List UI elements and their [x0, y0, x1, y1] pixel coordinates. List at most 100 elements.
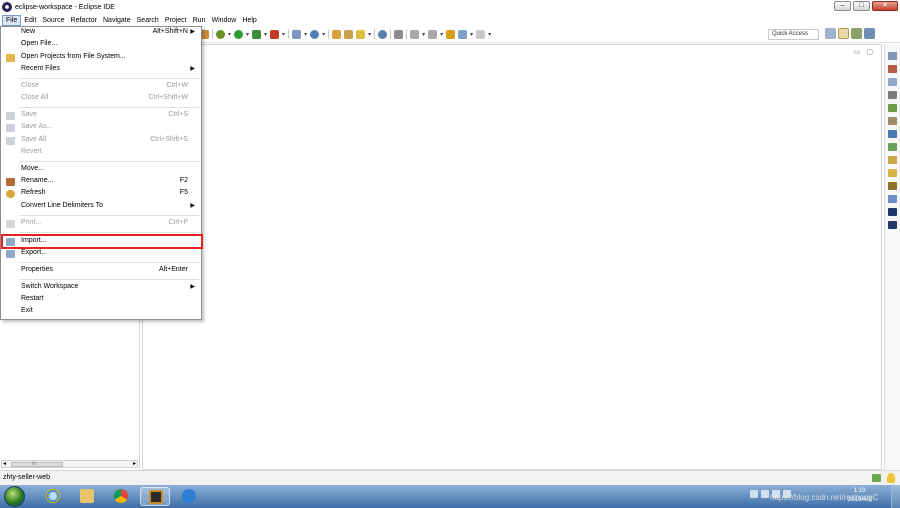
- menu-item-close[interactable]: Close Ctrl+W: [2, 81, 200, 93]
- java-perspective-icon[interactable]: [864, 28, 875, 39]
- menu-file[interactable]: File: [2, 14, 22, 26]
- menu-run[interactable]: Run: [190, 15, 209, 26]
- menu-item-new[interactable]: New Alt+Shift+N ▶: [2, 27, 200, 39]
- menu-item-open-projects[interactable]: Open Projects from File System...: [2, 52, 200, 64]
- menu-item-refresh[interactable]: Refresh F5: [2, 188, 200, 200]
- java-ee-perspective-icon[interactable]: [838, 28, 849, 39]
- menu-item-recent-files[interactable]: Recent Files ▶: [2, 64, 200, 76]
- menu-navigate[interactable]: Navigate: [100, 15, 134, 26]
- restore-icon[interactable]: [888, 52, 897, 60]
- menu-item-shortcut: Ctrl+Shift+S: [150, 136, 188, 143]
- servers-icon[interactable]: [888, 65, 897, 73]
- snippets-icon[interactable]: [888, 156, 897, 164]
- toolbar-separator: [328, 29, 330, 39]
- back-icon[interactable]: [458, 29, 468, 39]
- horizontal-scrollbar[interactable]: ◂ III ▸: [1, 460, 138, 468]
- previous-annotation-icon[interactable]: [428, 29, 438, 39]
- task-list-icon[interactable]: [888, 117, 897, 125]
- history-icon[interactable]: [888, 208, 897, 216]
- scrollbar-thumb[interactable]: III: [11, 461, 63, 467]
- status-indicator-icon[interactable]: [872, 474, 881, 482]
- start-button[interactable]: [4, 486, 25, 507]
- chevron-down-icon[interactable]: ▾: [282, 31, 285, 38]
- globe-icon[interactable]: [378, 29, 388, 39]
- data-source-icon[interactable]: [888, 143, 897, 151]
- minimize-view-icon[interactable]: ▭: [854, 48, 861, 56]
- problems-icon[interactable]: [888, 169, 897, 177]
- forward-icon[interactable]: [476, 29, 486, 39]
- minimize-button[interactable]: –: [834, 1, 851, 11]
- debug-icon[interactable]: [216, 29, 225, 39]
- new-class-icon[interactable]: [310, 29, 320, 39]
- menu-item-revert[interactable]: Revert: [2, 147, 200, 159]
- chevron-down-icon[interactable]: ▾: [470, 31, 473, 38]
- show-desktop-button[interactable]: [891, 485, 900, 508]
- menu-item-print[interactable]: Print... Ctrl+P: [2, 218, 200, 230]
- coverage-icon[interactable]: [252, 29, 262, 39]
- maximize-view-icon[interactable]: ▢: [866, 48, 873, 56]
- editor-area[interactable]: ▭ ▢: [142, 44, 882, 470]
- chevron-down-icon[interactable]: ▾: [322, 31, 325, 38]
- synchronize-icon[interactable]: [888, 221, 897, 229]
- open-type-icon[interactable]: [332, 29, 342, 39]
- menu-item-properties[interactable]: Properties Alt+Enter: [2, 265, 200, 277]
- menu-item-switch-workspace[interactable]: Switch Workspace ▶: [2, 282, 200, 294]
- menu-item-close-all[interactable]: Close All Ctrl+Shift+W: [2, 93, 200, 105]
- progress-icon[interactable]: [888, 182, 897, 190]
- last-edit-location-icon[interactable]: [446, 29, 456, 39]
- external-tools-icon[interactable]: [270, 29, 280, 39]
- menu-item-convert-line-delimiters[interactable]: Convert Line Delimiters To ▶: [2, 201, 200, 213]
- menu-source[interactable]: Source: [39, 15, 67, 26]
- chevron-down-icon[interactable]: ▾: [264, 31, 267, 38]
- taskbar-ie[interactable]: [38, 487, 68, 506]
- chevron-down-icon[interactable]: ▾: [440, 31, 443, 38]
- maximize-button[interactable]: □: [853, 1, 870, 11]
- keyboard-icon[interactable]: [750, 490, 758, 498]
- menu-item-exit[interactable]: Exit: [2, 306, 200, 318]
- menu-item-move[interactable]: Move...: [2, 164, 200, 176]
- close-button[interactable]: ✕: [872, 1, 898, 11]
- properties-icon[interactable]: [888, 104, 897, 112]
- menu-item-save[interactable]: Save Ctrl+S: [2, 110, 200, 122]
- search-icon[interactable]: [356, 29, 366, 39]
- open-perspective-icon[interactable]: [825, 28, 836, 39]
- chevron-down-icon[interactable]: ▾: [422, 31, 425, 38]
- network-icon[interactable]: [761, 490, 769, 498]
- chevron-down-icon[interactable]: ▾: [488, 31, 491, 38]
- menu-edit[interactable]: Edit: [21, 15, 39, 26]
- scroll-right-arrow-icon[interactable]: ▸: [133, 460, 136, 467]
- menu-item-rename[interactable]: Rename... F2: [2, 176, 200, 188]
- menu-item-restart[interactable]: Restart: [2, 294, 200, 306]
- search-view-icon[interactable]: [888, 195, 897, 203]
- menu-item-save-as[interactable]: Save As...: [2, 122, 200, 134]
- new-java-project-icon[interactable]: [292, 29, 302, 39]
- menu-help[interactable]: Help: [239, 15, 259, 26]
- clock[interactable]: 1:19 2019/4/2: [848, 487, 871, 505]
- taskbar-chrome[interactable]: [106, 487, 136, 506]
- next-annotation-icon[interactable]: [410, 29, 420, 39]
- taskbar-explorer[interactable]: [72, 487, 102, 506]
- chevron-down-icon[interactable]: ▾: [246, 31, 249, 38]
- menu-item-open-file[interactable]: Open File...: [2, 39, 200, 51]
- menu-refactor[interactable]: Refactor: [68, 15, 100, 26]
- debug-perspective-icon[interactable]: [851, 28, 862, 39]
- scroll-left-arrow-icon[interactable]: ◂: [3, 460, 6, 467]
- menu-item-export[interactable]: Export...: [2, 248, 200, 260]
- run-icon[interactable]: [234, 29, 244, 39]
- lightbulb-icon[interactable]: [887, 473, 895, 483]
- chevron-down-icon[interactable]: ▾: [368, 31, 371, 38]
- chevron-down-icon[interactable]: ▾: [228, 31, 231, 38]
- pin-editor-icon[interactable]: [394, 29, 404, 39]
- console-icon[interactable]: [888, 130, 897, 138]
- taskbar-feiq[interactable]: [174, 487, 204, 506]
- chevron-down-icon[interactable]: ▾: [304, 31, 307, 38]
- outline-icon[interactable]: [888, 78, 897, 86]
- open-task-icon[interactable]: [344, 29, 354, 39]
- markers-icon[interactable]: [888, 91, 897, 99]
- menu-project[interactable]: Project: [162, 15, 190, 26]
- taskbar-eclipse[interactable]: [140, 487, 170, 506]
- menu-window[interactable]: Window: [208, 15, 239, 26]
- menu-item-save-all[interactable]: Save All Ctrl+Shift+S: [2, 135, 200, 147]
- menu-search[interactable]: Search: [134, 15, 162, 26]
- quick-access-field[interactable]: Quick Access: [768, 29, 819, 40]
